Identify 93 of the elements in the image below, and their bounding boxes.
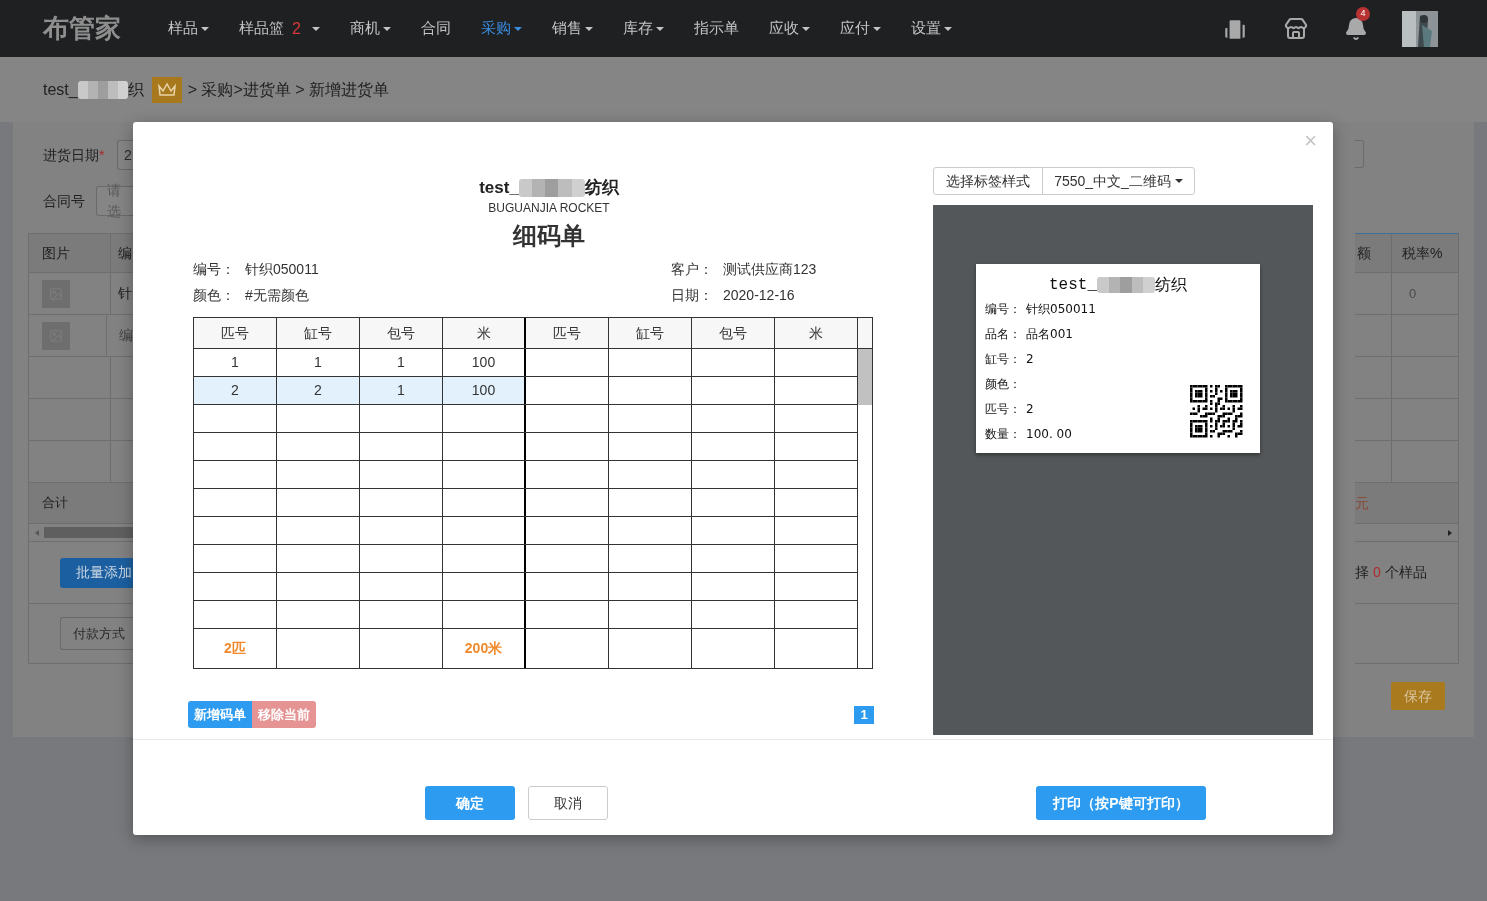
- info-label: 日期：: [671, 285, 714, 305]
- column-header: 米: [775, 318, 858, 348]
- column-header: 缸号: [609, 318, 692, 348]
- breadcrumb-path: > 采购>进货单 > 新增进货单: [187, 79, 390, 100]
- blurred-text: [1097, 277, 1155, 293]
- cancel-button[interactable]: 取消: [528, 786, 608, 820]
- info-value: #无需颜色: [245, 285, 309, 305]
- column-header: 图片: [29, 234, 111, 272]
- blurred-text: [77, 80, 128, 99]
- total-amount: 元: [1355, 493, 1369, 513]
- qr-code-icon: [1190, 385, 1243, 438]
- caret-icon: [655, 26, 664, 31]
- info-value: 测试供应商123: [723, 259, 817, 279]
- nav-menu-item[interactable]: 样品: [168, 17, 209, 40]
- label-company-name: test_: [1049, 275, 1097, 296]
- nav-menu-item[interactable]: 设置: [910, 17, 952, 40]
- field-label: 合同号: [43, 191, 86, 211]
- nav-menu-item[interactable]: 应付: [839, 17, 881, 40]
- caret-icon: [943, 26, 952, 31]
- column-header: 编: [117, 243, 132, 263]
- label-field-value: 100. 00: [1026, 425, 1072, 443]
- scrollbar-thumb[interactable]: [858, 349, 872, 405]
- column-header: 包号: [692, 318, 775, 348]
- info-label: 客户：: [671, 259, 714, 279]
- count-label: 2: [292, 18, 301, 39]
- company-name: test_: [43, 79, 78, 100]
- date-input-field[interactable]: 2: [117, 140, 133, 170]
- table-cell: 100: [443, 377, 526, 404]
- column-header: 匹号: [194, 318, 277, 348]
- total-label: 合计: [41, 494, 68, 513]
- logo: 布管家: [43, 12, 122, 45]
- selection-count-text: 择 0 个样品: [1355, 563, 1427, 582]
- horizontal-scrollbar[interactable]: [44, 527, 133, 538]
- caret-icon: [382, 26, 391, 31]
- required-marker: *: [99, 146, 105, 163]
- table-cell-text: 针: [117, 284, 132, 303]
- nav-menu-item[interactable]: 合同: [420, 17, 451, 40]
- nav-menu-item[interactable]: 样品篮 2: [239, 16, 320, 41]
- info-value: 2020-12-16: [723, 285, 795, 305]
- company-name: 纺织: [584, 177, 619, 200]
- scroll-right-icon[interactable]: [1448, 529, 1452, 536]
- column-header: 米: [443, 318, 526, 348]
- company-name: 织: [127, 79, 144, 100]
- field-label: 进货日期: [43, 145, 99, 165]
- label-field-name: 匹号：: [985, 400, 1022, 418]
- blurred-text: [518, 179, 585, 197]
- crown-icon[interactable]: [151, 76, 182, 103]
- caret-icon: [1174, 179, 1183, 183]
- info-label: 编号：: [193, 259, 236, 279]
- column-header: 缸号: [277, 318, 360, 348]
- total-meters: 200米: [443, 629, 526, 668]
- label-field-value: 针织050011: [1026, 300, 1096, 318]
- label-field-value: 2: [1026, 350, 1034, 368]
- label-field-value: 品名001: [1026, 325, 1073, 343]
- table-cell: 1: [360, 377, 443, 404]
- nav-menu-item[interactable]: 应收: [768, 17, 810, 40]
- nav-menu-item[interactable]: 指示单: [693, 17, 739, 40]
- caret-icon: [872, 26, 881, 31]
- label-style-button[interactable]: 选择标签样式: [934, 168, 1043, 194]
- info-value: 针织050011: [245, 259, 319, 279]
- caret-icon: [201, 26, 209, 31]
- nav-menu-item[interactable]: 库存: [622, 17, 664, 40]
- notification-bell-icon[interactable]: [1344, 16, 1368, 41]
- company-subtitle: BUGUANJIA ROCKET: [487, 200, 611, 216]
- info-label: 颜色：: [193, 285, 236, 305]
- column-header: 额: [1355, 234, 1392, 272]
- caret-icon: [801, 26, 810, 31]
- label-style-dropdown[interactable]: 7550_中文_二维码: [1043, 168, 1194, 194]
- label-field-name: 编号：: [985, 300, 1022, 318]
- caret-icon: [513, 26, 522, 31]
- label-field-name: 缸号：: [985, 350, 1022, 368]
- nav-menu-item[interactable]: 商机: [349, 17, 391, 40]
- table-cell-text: 编: [118, 326, 133, 345]
- column-header: 税率%: [1401, 243, 1443, 263]
- column-header: 包号: [360, 318, 443, 348]
- column-header: 匹号: [526, 318, 609, 348]
- caret-icon: [311, 26, 320, 31]
- caret-icon: [584, 26, 593, 31]
- label-field-name: 数量：: [985, 425, 1022, 443]
- label-field-value: 2: [1026, 400, 1034, 418]
- nav-menu-item[interactable]: 销售: [551, 17, 593, 40]
- document-title: 细码单: [511, 221, 586, 251]
- table-cell: 2: [194, 377, 277, 404]
- store-icon[interactable]: [1284, 16, 1308, 41]
- label-company-name: 纺织: [1155, 274, 1187, 296]
- notification-badge: 4: [1356, 6, 1370, 21]
- company-name: test_: [479, 177, 519, 200]
- label-field-name: 颜色：: [985, 375, 1022, 393]
- table-cell: 2: [277, 377, 360, 404]
- total-pieces: 2匹: [194, 629, 277, 668]
- label-field-name: 品名：: [985, 325, 1022, 343]
- batch-add-button[interactable]: 批量添加: [60, 557, 133, 588]
- nav-menu-item[interactable]: 采购: [480, 17, 522, 40]
